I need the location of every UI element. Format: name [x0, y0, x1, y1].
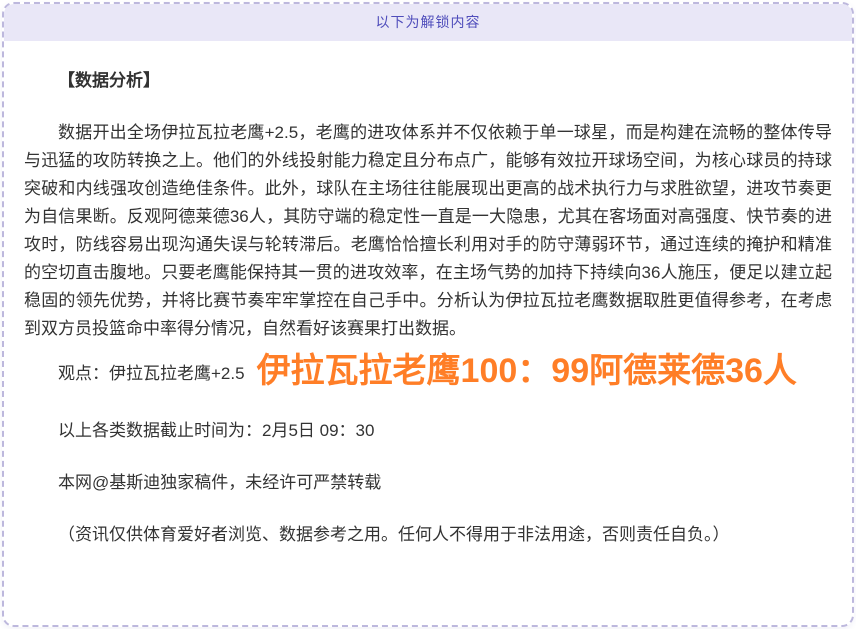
viewpoint-line: 观点：伊拉瓦拉老鹰+2.5 伊拉瓦拉老鹰100：99阿德莱德36人: [24, 349, 832, 393]
unlocked-content-panel: 以下为解锁内容 【数据分析】 数据开出全场伊拉瓦拉老鹰+2.5，老鹰的进攻体系并…: [2, 2, 854, 627]
data-deadline: 以上各类数据截止时间为：2月5日 09：30: [24, 417, 832, 445]
unlock-header-bar: 以下为解锁内容: [4, 4, 852, 41]
article-content: 【数据分析】 数据开出全场伊拉瓦拉老鹰+2.5，老鹰的进攻体系并不仅依赖于单一球…: [4, 41, 852, 589]
section-title: 【数据分析】: [24, 67, 832, 95]
copyright-notice: 本网@基斯迪独家稿件，未经许可严禁转载: [24, 469, 832, 497]
disclaimer: （资讯仅供体育爱好者浏览、数据参考之用。任何人不得用于非法用途，否则责任自负。）: [24, 521, 832, 549]
page: 以下为解锁内容 【数据分析】 数据开出全场伊拉瓦拉老鹰+2.5，老鹰的进攻体系并…: [0, 0, 856, 629]
score-prediction: 伊拉瓦拉老鹰100：99阿德莱德36人: [257, 352, 797, 390]
analysis-paragraph: 数据开出全场伊拉瓦拉老鹰+2.5，老鹰的进攻体系并不仅依赖于单一球星，而是构建在…: [24, 119, 832, 343]
viewpoint-label: 观点：伊拉瓦拉老鹰+2.5: [58, 364, 245, 383]
